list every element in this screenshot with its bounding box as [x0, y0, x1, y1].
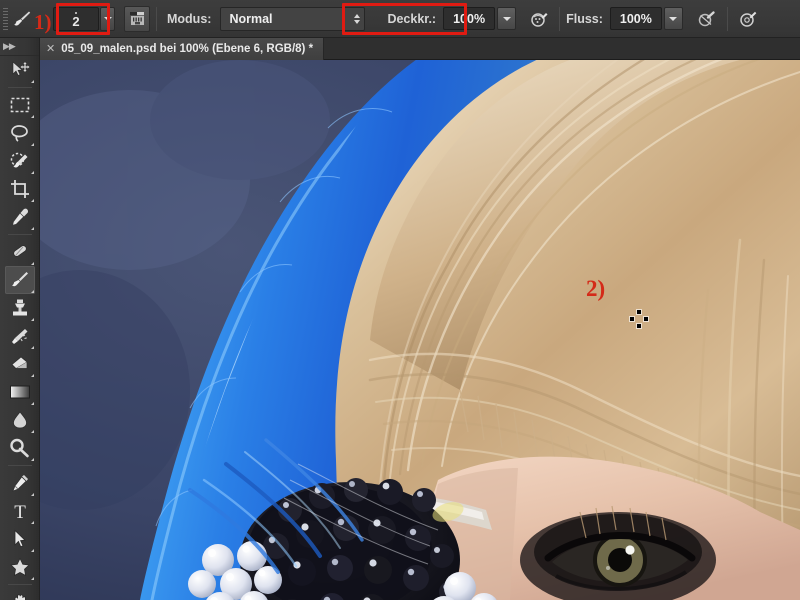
divider — [7, 234, 32, 235]
brush-size-field[interactable]: 2 — [53, 6, 99, 31]
close-icon[interactable]: ✕ — [46, 43, 55, 55]
blend-mode-dropdown[interactable]: Normal — [220, 6, 366, 31]
svg-text:T: T — [14, 502, 26, 521]
paintbrush-icon[interactable] — [9, 0, 35, 38]
brush-size-value: 2 — [72, 13, 80, 29]
opacity-label: Deckkr.: — [387, 11, 437, 26]
document-tab-bar: ✕ 05_09_malen.psd bei 100% (Ebene 6, RGB… — [40, 38, 800, 60]
divider — [559, 6, 561, 31]
path-selection-tool[interactable] — [5, 525, 35, 553]
options-bar-grip[interactable] — [0, 0, 9, 38]
divider — [7, 584, 32, 585]
opacity-dropdown-button[interactable] — [497, 7, 517, 30]
eyedropper-tool[interactable] — [5, 203, 35, 231]
photoshop-window: 2 Modus: Normal Deckkr.: 100% Fluss: 100… — [0, 0, 800, 600]
pen-tool[interactable] — [5, 469, 35, 497]
opacity-pressure-icon[interactable] — [525, 5, 553, 33]
chevron-updown-icon — [348, 13, 361, 24]
document-tab-title: 05_09_malen.psd bei 100% (Ebene 6, RGB/8… — [61, 43, 314, 55]
divider — [726, 6, 728, 31]
blend-mode-value: Normal — [229, 11, 273, 26]
opacity-value: 100% — [453, 11, 486, 26]
precise-crosshair-cursor — [630, 310, 648, 328]
opacity-field[interactable]: 100% — [443, 7, 496, 30]
flow-label: Fluss: — [566, 11, 603, 26]
blur-tool[interactable] — [5, 406, 35, 434]
healing-brush-tool[interactable] — [5, 238, 35, 266]
tool-palette: ▶▶ T — [0, 38, 40, 600]
flow-value: 100% — [619, 11, 652, 26]
move-tool[interactable] — [5, 56, 35, 84]
image-canvas[interactable] — [40, 60, 800, 600]
portrait-photograph — [40, 60, 800, 600]
divider — [7, 465, 32, 466]
divider — [7, 87, 32, 88]
annotation-marker-2: 2) — [586, 276, 606, 301]
clone-stamp-tool[interactable] — [5, 294, 35, 322]
divider — [156, 6, 157, 31]
expand-panel-icon[interactable]: ▶▶ — [0, 38, 39, 56]
rectangular-marquee-tool[interactable] — [5, 91, 35, 119]
airbrush-icon[interactable] — [693, 5, 721, 33]
eraser-tool[interactable] — [5, 350, 35, 378]
quick-selection-tool[interactable] — [5, 147, 35, 175]
shape-tool[interactable] — [5, 553, 35, 581]
dodge-tool[interactable] — [5, 434, 35, 462]
mode-label: Modus: — [167, 11, 212, 26]
crop-tool[interactable] — [5, 175, 35, 203]
brush-size-stepper[interactable] — [100, 6, 115, 31]
hand-tool[interactable] — [5, 588, 35, 600]
document-tab[interactable]: ✕ 05_09_malen.psd bei 100% (Ebene 6, RGB… — [40, 38, 325, 60]
annotation-marker-1: 1) — [34, 10, 52, 34]
history-brush-tool[interactable] — [5, 322, 35, 350]
lasso-tool[interactable] — [5, 119, 35, 147]
flow-dropdown-button[interactable] — [663, 7, 683, 30]
options-bar: 2 Modus: Normal Deckkr.: 100% Fluss: 100… — [0, 0, 800, 38]
type-tool[interactable]: T — [5, 497, 35, 525]
gradient-tool[interactable] — [5, 378, 35, 406]
brush-tool[interactable] — [4, 266, 35, 294]
brush-panel-icon[interactable] — [124, 5, 150, 32]
flow-pressure-icon[interactable] — [734, 5, 762, 33]
flow-field[interactable]: 100% — [609, 7, 662, 30]
